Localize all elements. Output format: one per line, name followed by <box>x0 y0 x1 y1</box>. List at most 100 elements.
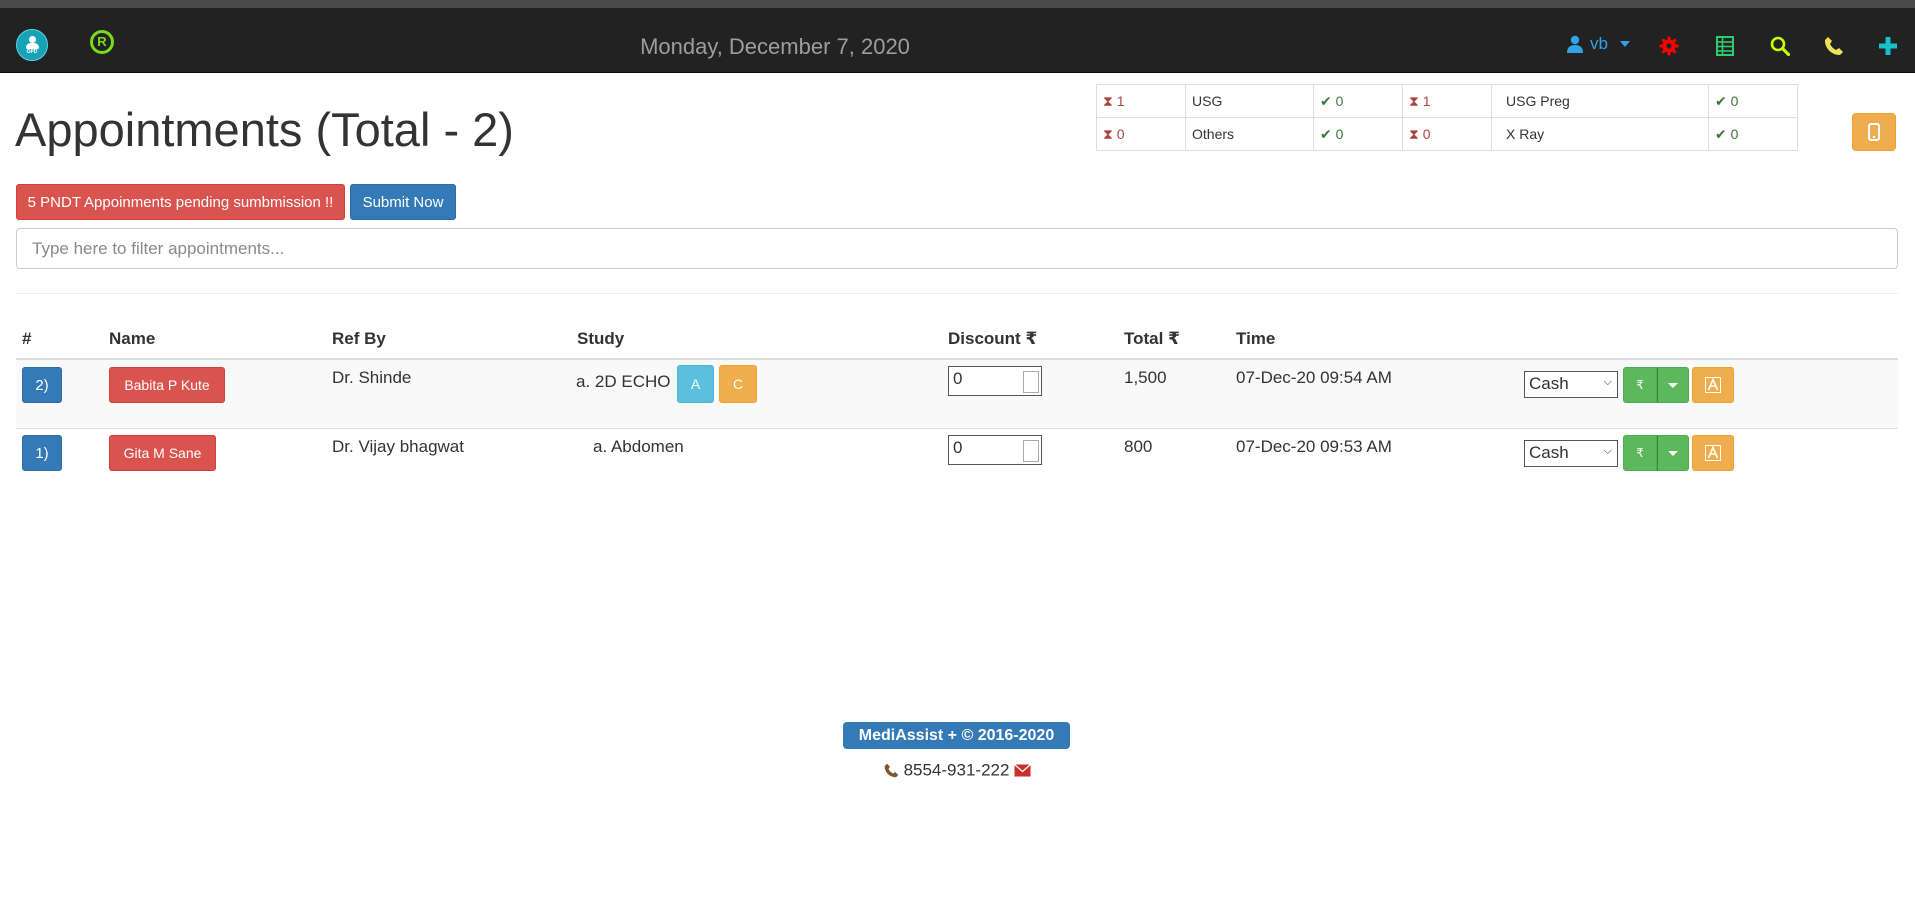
column-header-num: # <box>22 329 32 348</box>
row-number-button[interactable]: 1) <box>22 435 62 471</box>
pending-count: 1 <box>1422 92 1431 109</box>
font-icon <box>1705 445 1721 461</box>
phone-icon <box>884 763 899 778</box>
payment-dropdown-toggle[interactable] <box>1657 367 1689 403</box>
browser-top-strip <box>0 0 1915 8</box>
study-summary-table: ⧗ 1 USG ✔ 0 ⧗ 1 USG Preg ✔ 0 ⧗ 0 Others … <box>1096 84 1798 151</box>
payment-mode-value: Cash <box>1529 443 1569 462</box>
column-header-name: Name <box>109 329 156 348</box>
done-count-cell: ✔ 0 <box>1313 117 1403 151</box>
user-icon <box>1567 35 1583 53</box>
total-amount: 1,500 <box>1124 368 1167 387</box>
footer-contact: 8554-931-222 <box>0 760 1915 781</box>
user-name: vb <box>1590 34 1608 53</box>
column-header-discount: Discount ₹ <box>948 329 1038 348</box>
hourglass-icon: ⧗ <box>1409 125 1419 142</box>
summary-row: ⧗ 0 Others ✔ 0 ⧗ 0 X Ray ✔ 0 <box>1096 117 1798 151</box>
spreadsheet-icon[interactable] <box>1714 35 1736 57</box>
mobile-icon <box>1868 123 1880 141</box>
hourglass-icon: ⧗ <box>1103 125 1113 142</box>
phone-icon[interactable] <box>1823 35 1845 57</box>
appointment-time: 07-Dec-20 09:53 AM <box>1236 437 1392 456</box>
pending-count-cell: ⧗ 0 <box>1402 117 1492 151</box>
check-icon: ✔ <box>1320 125 1332 142</box>
gear-icon[interactable] <box>1658 35 1680 57</box>
font-icon <box>1705 377 1721 393</box>
study-badge-c-button[interactable]: C <box>719 365 757 403</box>
hourglass-icon: ⧗ <box>1409 92 1419 109</box>
payment-dropdown-toggle[interactable] <box>1657 435 1689 471</box>
filter-input[interactable] <box>16 228 1898 269</box>
discount-input[interactable]: 0 <box>948 366 1042 396</box>
table-row: 1) Gita M Sane Dr. Vijay bhagwat a. Abdo… <box>16 429 1898 497</box>
discount-input[interactable]: 0 <box>948 435 1042 465</box>
page-title: Appointments (Total - 2) <box>15 103 514 156</box>
patient-name-button[interactable]: Babita P Kute <box>109 367 225 403</box>
footer-brand: MediAssist + © 2016-2020 <box>843 722 1070 749</box>
discount-value: 0 <box>953 438 963 457</box>
study-text: a. 2D ECHO <box>576 372 671 391</box>
pndt-pending-button[interactable]: 5 PNDT Appoinments pending sumbmission !… <box>16 184 345 220</box>
study-type-label: USG <box>1185 84 1314 118</box>
report-button[interactable] <box>1692 435 1734 471</box>
summary-row: ⧗ 1 USG ✔ 0 ⧗ 1 USG Preg ✔ 0 <box>1096 84 1798 118</box>
spinner-icon[interactable] <box>1023 371 1039 393</box>
discount-value: 0 <box>953 369 963 388</box>
check-icon: ✔ <box>1715 92 1727 109</box>
study-type-label: Others <box>1185 117 1314 151</box>
check-icon: ✔ <box>1320 92 1332 109</box>
envelope-icon[interactable] <box>1014 764 1032 777</box>
pending-count-cell: ⧗ 1 <box>1096 84 1186 118</box>
pending-count: 0 <box>1116 125 1125 142</box>
done-count: 0 <box>1335 92 1344 109</box>
plus-icon[interactable] <box>1877 35 1899 57</box>
done-count-cell: ✔ 0 <box>1708 117 1798 151</box>
payment-mode-select[interactable]: Cash ⌵ <box>1524 440 1618 467</box>
pending-count: 1 <box>1116 92 1125 109</box>
ref-by-text: Dr. Shinde <box>332 368 412 387</box>
study-type-label: USG Preg <box>1491 84 1709 118</box>
search-icon[interactable] <box>1769 35 1791 57</box>
appointment-time: 07-Dec-20 09:54 AM <box>1236 368 1392 387</box>
study-badge-a-button[interactable]: A <box>677 365 714 403</box>
payment-mode-select[interactable]: Cash ⌵ <box>1524 371 1618 398</box>
caret-down-icon <box>1668 450 1678 456</box>
rupee-button[interactable]: ₹ <box>1623 435 1657 471</box>
check-icon: ✔ <box>1715 125 1727 142</box>
mobile-view-button[interactable] <box>1852 113 1896 151</box>
nav-date: Monday, December 7, 2020 <box>640 34 910 59</box>
payment-mode-value: Cash <box>1529 374 1569 393</box>
spinner-icon[interactable] <box>1023 440 1039 462</box>
column-header-ref-by: Ref By <box>332 329 386 348</box>
done-count: 0 <box>1730 125 1739 142</box>
navbar: OPD R Monday, December 7, 2020 vb <box>0 8 1915 73</box>
submit-now-button[interactable]: Submit Now <box>350 184 456 220</box>
pending-count: 0 <box>1422 125 1431 142</box>
hourglass-icon: ⧗ <box>1103 92 1113 109</box>
study-type-label: X Ray <box>1491 117 1709 151</box>
column-header-time: Time <box>1236 329 1276 348</box>
divider <box>16 293 1898 294</box>
ref-by-text: Dr. Vijay bhagwat <box>332 437 464 456</box>
table-row: 2) Babita P Kute Dr. Shinde a. 2D ECHO A… <box>16 360 1898 429</box>
footer-phone: 8554-931-222 <box>903 760 1010 780</box>
payment-split-button[interactable]: ₹ <box>1623 367 1689 403</box>
chevron-down-icon: ⌵ <box>1603 445 1612 457</box>
column-header-total: Total ₹ <box>1124 329 1180 348</box>
done-count-cell: ✔ 0 <box>1708 84 1798 118</box>
chevron-down-icon <box>1619 41 1630 47</box>
study-text: a. Abdomen <box>593 437 684 456</box>
patient-name-button[interactable]: Gita M Sane <box>109 435 216 471</box>
user-menu[interactable]: vb <box>1566 34 1630 54</box>
column-header-study: Study <box>577 329 625 348</box>
chevron-down-icon: ⌵ <box>1603 376 1612 388</box>
row-number-button[interactable]: 2) <box>22 367 62 403</box>
pending-count-cell: ⧗ 1 <box>1402 84 1492 118</box>
total-amount: 800 <box>1124 437 1153 456</box>
rupee-button[interactable]: ₹ <box>1623 367 1657 403</box>
done-count: 0 <box>1335 125 1344 142</box>
pending-count-cell: ⧗ 0 <box>1096 117 1186 151</box>
report-button[interactable] <box>1692 367 1734 403</box>
done-count-cell: ✔ 0 <box>1313 84 1403 118</box>
payment-split-button[interactable]: ₹ <box>1623 435 1689 471</box>
